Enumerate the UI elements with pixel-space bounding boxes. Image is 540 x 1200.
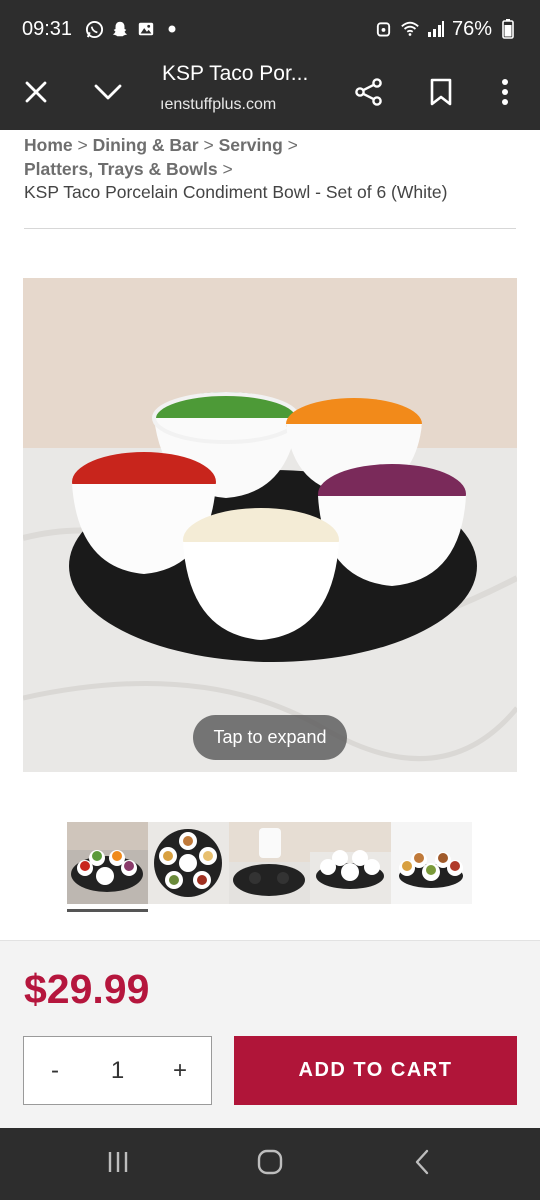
breadcrumb-platters[interactable]: Platters, Trays & Bowls <box>24 159 218 179</box>
home-button[interactable] <box>250 1148 290 1180</box>
chevron-down-icon <box>94 83 122 106</box>
thumbnail-3[interactable] <box>229 822 310 904</box>
thumbnail-strip <box>67 822 472 904</box>
back-button[interactable] <box>402 1148 442 1180</box>
bookmark-icon <box>430 78 452 111</box>
more-options-button[interactable] <box>481 70 529 118</box>
snapchat-icon <box>110 19 130 39</box>
add-to-cart-button[interactable]: ADD TO CART <box>234 1036 517 1105</box>
thumbnail-1[interactable] <box>67 822 148 904</box>
breadcrumb-serving[interactable]: Serving <box>219 135 283 155</box>
quantity-increase-button[interactable]: + <box>149 1037 211 1104</box>
quantity-input[interactable]: 1 <box>86 1057 149 1085</box>
battery-percent: 76% <box>451 17 492 40</box>
page-url[interactable]: ıenstuffplus.com <box>160 96 300 114</box>
breadcrumb-separator: > <box>222 158 233 179</box>
collapse-button[interactable] <box>84 70 132 118</box>
breadcrumb-separator: > <box>287 135 298 155</box>
breadcrumb-current: KSP Taco Porcelain Condiment Bowl - Set … <box>24 182 448 202</box>
breadcrumb: Home > Dining & Bar > Serving > Platters… <box>24 134 524 205</box>
alarm-icon <box>374 19 394 39</box>
product-price: $29.99 <box>24 966 150 1012</box>
wifi-icon <box>400 19 420 39</box>
system-navigation-bar <box>0 1128 540 1200</box>
signal-icon <box>426 19 446 39</box>
browser-toolbar: KSP Taco Por... ıenstuffplus.com <box>0 58 540 130</box>
share-icon <box>354 77 384 112</box>
close-tab-button[interactable] <box>12 70 60 118</box>
divider <box>24 228 516 229</box>
product-main-image[interactable] <box>23 278 517 772</box>
breadcrumb-dining-bar[interactable]: Dining & Bar <box>93 135 199 155</box>
share-button[interactable] <box>345 70 393 118</box>
recent-apps-icon <box>106 1150 130 1179</box>
thumbnail-4[interactable] <box>310 822 391 904</box>
status-time: 09:31 <box>22 17 73 40</box>
thumbnail-2[interactable] <box>148 822 229 904</box>
home-icon <box>257 1149 283 1180</box>
close-icon <box>24 80 48 109</box>
tap-to-expand-button[interactable]: Tap to expand <box>193 715 347 760</box>
breadcrumb-separator: > <box>77 135 88 155</box>
selected-thumbnail-indicator <box>67 909 148 912</box>
whatsapp-icon <box>84 19 104 39</box>
more-vertical-icon <box>501 78 509 111</box>
bookmark-button[interactable] <box>417 70 465 118</box>
recent-apps-button[interactable] <box>98 1148 138 1180</box>
breadcrumb-home[interactable]: Home <box>24 135 73 155</box>
gallery-icon <box>136 19 156 39</box>
back-icon <box>414 1149 430 1180</box>
thumbnail-5[interactable] <box>391 822 472 904</box>
status-bar: 09:31 76% <box>0 0 540 58</box>
notification-dot-icon <box>162 19 182 39</box>
quantity-decrease-button[interactable]: - <box>24 1037 86 1104</box>
page-title: KSP Taco Por... <box>162 62 309 85</box>
battery-icon <box>498 19 518 39</box>
breadcrumb-separator: > <box>203 135 214 155</box>
quantity-stepper: - 1 + <box>23 1036 212 1105</box>
